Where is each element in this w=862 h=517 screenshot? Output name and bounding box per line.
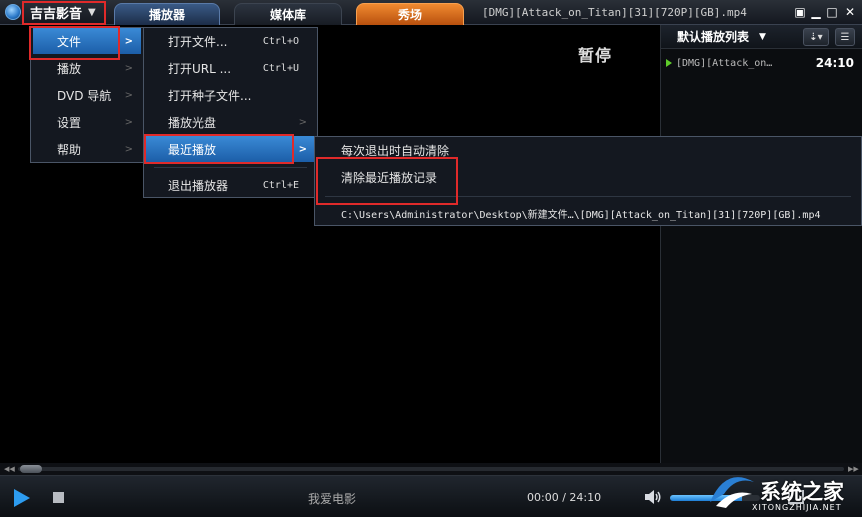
menu-item-open-file[interactable]: 打开文件... Ctrl+O bbox=[146, 28, 315, 54]
highlight-recent-play-item bbox=[144, 134, 294, 164]
playlist-panel: 默认播放列表 ▼ ⇣▾ ☰ [DMG][Attack_on… 24:10 bbox=[660, 25, 862, 463]
menu-item-label: DVD 导航 bbox=[57, 88, 112, 103]
now-playing-label: 我爱电影 bbox=[308, 492, 357, 506]
highlight-app-menu bbox=[22, 1, 106, 25]
menu-item-label: 退出播放器 bbox=[168, 178, 229, 193]
menu-item-open-torrent[interactable]: 打开种子文件... bbox=[146, 82, 315, 108]
menu-item-label: 每次退出时自动清除 bbox=[341, 143, 450, 158]
time-current: 00:00 bbox=[527, 491, 559, 504]
chevron-right-icon: > bbox=[124, 143, 133, 155]
chevron-right-icon: > bbox=[124, 62, 133, 74]
close-icon[interactable]: ✕ bbox=[840, 3, 860, 21]
chevron-right-icon: > bbox=[124, 89, 133, 101]
playlist-header[interactable]: 默认播放列表 ▼ ⇣▾ ☰ bbox=[661, 25, 862, 49]
list-menu-icon[interactable]: ☰ bbox=[835, 28, 855, 46]
app-logo-icon[interactable] bbox=[5, 4, 21, 20]
seek-handle[interactable] bbox=[20, 465, 42, 473]
menu-item-play-disc[interactable]: 播放光盘 > bbox=[146, 109, 315, 135]
menu-item-exit-player[interactable]: 退出播放器 Ctrl+E bbox=[146, 172, 315, 198]
watermark-logo-icon bbox=[710, 477, 754, 508]
chevron-right-icon: > bbox=[298, 116, 307, 128]
recent-file-path: C:\Users\Administrator\Desktop\新建文件…\[DM… bbox=[341, 209, 821, 221]
playlist-item[interactable]: [DMG][Attack_on… 24:10 bbox=[661, 53, 862, 73]
seek-back-icon[interactable]: ◀◀ bbox=[4, 465, 15, 473]
menu-item-label: 打开文件... bbox=[168, 34, 228, 49]
chevron-right-icon: > bbox=[124, 35, 133, 47]
seek-track[interactable] bbox=[18, 467, 844, 471]
menu-item-open-url[interactable]: 打开URL ... Ctrl+U bbox=[146, 55, 315, 81]
watermark-brand: 系统之家 bbox=[760, 480, 844, 504]
menu-item-label: 打开种子文件... bbox=[168, 88, 252, 103]
stop-icon[interactable] bbox=[53, 492, 64, 503]
menu-item-shortcut: Ctrl+U bbox=[262, 62, 299, 74]
menu-item-dvd-navigation[interactable]: DVD 导航 > bbox=[33, 82, 141, 108]
time-separator: / bbox=[562, 491, 566, 504]
volume-icon[interactable] bbox=[644, 489, 662, 505]
highlight-clear-recent-item bbox=[316, 157, 458, 205]
maximize-icon[interactable]: □ bbox=[822, 3, 842, 21]
chevron-down-icon: ▼ bbox=[759, 31, 766, 42]
chevron-right-icon: > bbox=[298, 143, 307, 155]
playlist-item-name: [DMG][Attack_on… bbox=[676, 57, 773, 69]
tab-media-library[interactable]: 媒体库 bbox=[234, 3, 342, 25]
menu-item-label: 设置 bbox=[57, 115, 82, 130]
title-bar: 吉吉影音 ▼ 播放器 媒体库 秀场 [DMG][Attack_on_Titan]… bbox=[0, 0, 862, 25]
tab-player[interactable]: 播放器 bbox=[114, 3, 220, 25]
tab-show[interactable]: 秀场 bbox=[356, 3, 464, 25]
playlist-item-duration: 24:10 bbox=[815, 56, 854, 70]
pause-osd-text: 暂停 bbox=[578, 46, 613, 65]
play-icon[interactable] bbox=[14, 489, 30, 507]
menu-item-settings[interactable]: 设置 > bbox=[33, 109, 141, 135]
highlight-file-menu-item bbox=[29, 26, 120, 60]
time-total: 24:10 bbox=[569, 491, 602, 504]
watermark-url: XITONGZHIJIA.NET bbox=[752, 503, 842, 512]
menu-item-shortcut: Ctrl+O bbox=[262, 35, 299, 47]
sort-icon[interactable]: ⇣▾ bbox=[803, 28, 829, 46]
menu-item-label: 播放光盘 bbox=[168, 115, 217, 130]
playlist-title: 默认播放列表 bbox=[677, 30, 750, 44]
menu-separator bbox=[154, 167, 307, 168]
menu-item-help[interactable]: 帮助 > bbox=[33, 136, 141, 162]
menu-item-label: 帮助 bbox=[57, 142, 82, 157]
menu-item-label: 播放 bbox=[57, 61, 82, 76]
menu-item-shortcut: Ctrl+E bbox=[262, 179, 299, 191]
chevron-right-icon: > bbox=[124, 116, 133, 128]
file-menu: 打开文件... Ctrl+O 打开URL ... Ctrl+U 打开种子文件..… bbox=[143, 27, 318, 198]
time-display: 00:00 / 24:10 bbox=[527, 491, 601, 504]
playing-indicator-icon bbox=[666, 59, 672, 67]
window-title: [DMG][Attack_on_Titan][31][720P][GB].mp4 bbox=[482, 6, 747, 19]
seek-forward-icon[interactable]: ▶▶ bbox=[848, 465, 859, 473]
menu-item-label: 打开URL ... bbox=[168, 61, 232, 76]
